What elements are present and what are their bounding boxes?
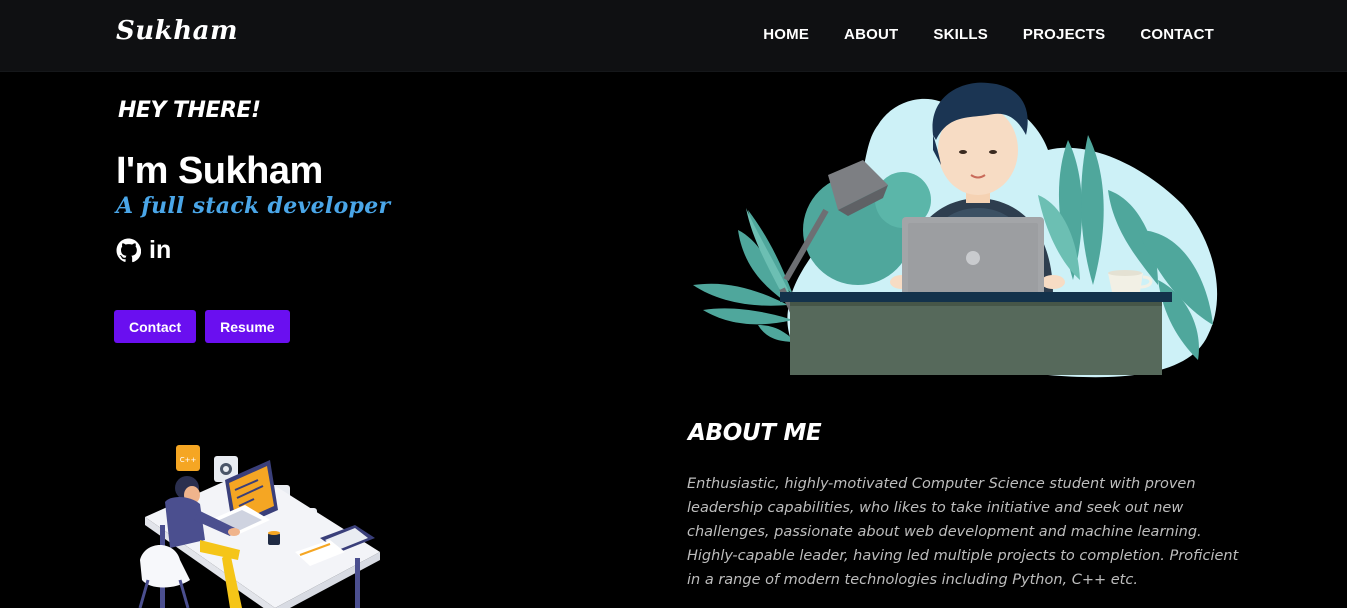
navbar: Sukham HOME ABOUT SKILLS PROJECTS CONTAC… [0,0,1347,72]
linkedin-icon[interactable]: in [149,238,171,263]
contact-button[interactable]: Contact [114,310,197,343]
about-text: Enthusiastic, highly-motivated Computer … [687,476,1239,588]
nav-link-projects[interactable]: PROJECTS [1023,26,1105,43]
site-logo[interactable]: Sukham [116,16,238,46]
hero-illustration [693,82,1218,378]
linkedin-label: in [149,236,172,264]
about-illustration: C++ { } css [138,445,380,608]
github-icon[interactable] [116,238,141,263]
nav-link-skills[interactable]: SKILLS [933,26,988,43]
social-links: in [116,238,171,263]
resume-button[interactable]: Resume [205,310,290,343]
hero-greeting: HEY THERE! [118,98,261,123]
about-title: ABOUT ME [688,420,822,446]
nav-links: HOME ABOUT SKILLS PROJECTS CONTACT [763,26,1214,43]
nav-link-home[interactable]: HOME [763,26,809,43]
hero-role: A full stack developer [116,193,391,219]
hero-buttons: Contact Resume [114,310,290,343]
nav-link-contact[interactable]: CONTACT [1140,26,1214,43]
svg-text:C++: C++ [180,456,197,464]
hero-name: I'm Sukham [116,150,323,192]
nav-link-about[interactable]: ABOUT [844,26,898,43]
